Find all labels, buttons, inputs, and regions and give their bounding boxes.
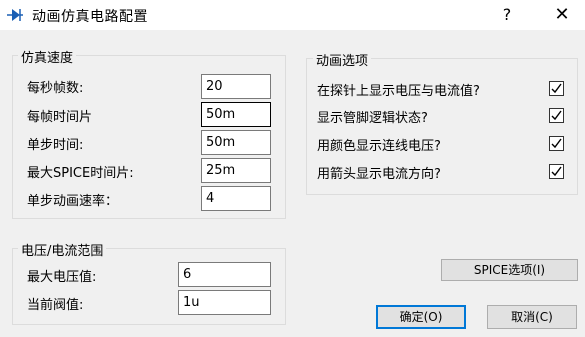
option-current-direction-arrows-checkbox[interactable] xyxy=(549,164,564,179)
circuit-app-icon xyxy=(6,6,24,24)
option-probe-voltage-current-checkbox[interactable] xyxy=(549,81,564,96)
option-pin-logic-state-checkbox[interactable] xyxy=(549,108,564,123)
ok-button[interactable]: 确定(O) xyxy=(376,305,466,329)
max-spice-timestep-input[interactable]: 25m xyxy=(201,158,271,183)
frames-per-second-input[interactable]: 20 xyxy=(201,74,271,99)
spice-options-button[interactable]: SPICE选项(I) xyxy=(441,259,578,281)
animation-options-title: 动画选项 xyxy=(313,50,372,69)
help-button[interactable]: ? xyxy=(494,2,520,28)
option-probe-voltage-current-label: 在探针上显示电压与电流值? xyxy=(317,84,480,99)
timestep-per-frame-input[interactable]: 50m xyxy=(201,102,271,127)
option-wire-voltage-color-checkbox[interactable] xyxy=(549,136,564,151)
window-title: 动画仿真电路配置 xyxy=(32,9,148,25)
voltage-current-range-title: 电压/电流范围 xyxy=(18,240,107,259)
cancel-button[interactable]: 取消(C) xyxy=(487,305,577,329)
title-bar: 动画仿真电路配置 ? ✕ xyxy=(0,0,585,30)
step-animation-rate-input[interactable]: 4 xyxy=(201,186,271,211)
max-spice-timestep-label: 最大SPICE时间片: xyxy=(27,166,134,181)
step-animation-rate-label: 单步动画速率： xyxy=(27,194,119,209)
option-pin-logic-state-label: 显示管脚逻辑状态? xyxy=(317,111,428,126)
max-voltage-label: 最大电压值: xyxy=(27,270,97,285)
option-current-direction-arrows-label: 用箭头显示电流方向? xyxy=(317,167,441,182)
option-wire-voltage-color-label: 用颜色显示连线电压? xyxy=(317,139,441,154)
single-step-time-label: 单步时间: xyxy=(27,138,84,153)
simulation-speed-title: 仿真速度 xyxy=(18,47,77,66)
frames-per-second-label: 每秒帧数: xyxy=(27,81,84,96)
current-threshold-input[interactable]: 1u xyxy=(178,290,271,315)
single-step-time-input[interactable]: 50m xyxy=(201,130,271,155)
timestep-per-frame-label: 每帧时间片 xyxy=(27,110,93,125)
close-button[interactable]: ✕ xyxy=(548,2,576,28)
current-threshold-label: 当前阀值: xyxy=(27,298,84,313)
max-voltage-input[interactable]: 6 xyxy=(178,262,271,287)
